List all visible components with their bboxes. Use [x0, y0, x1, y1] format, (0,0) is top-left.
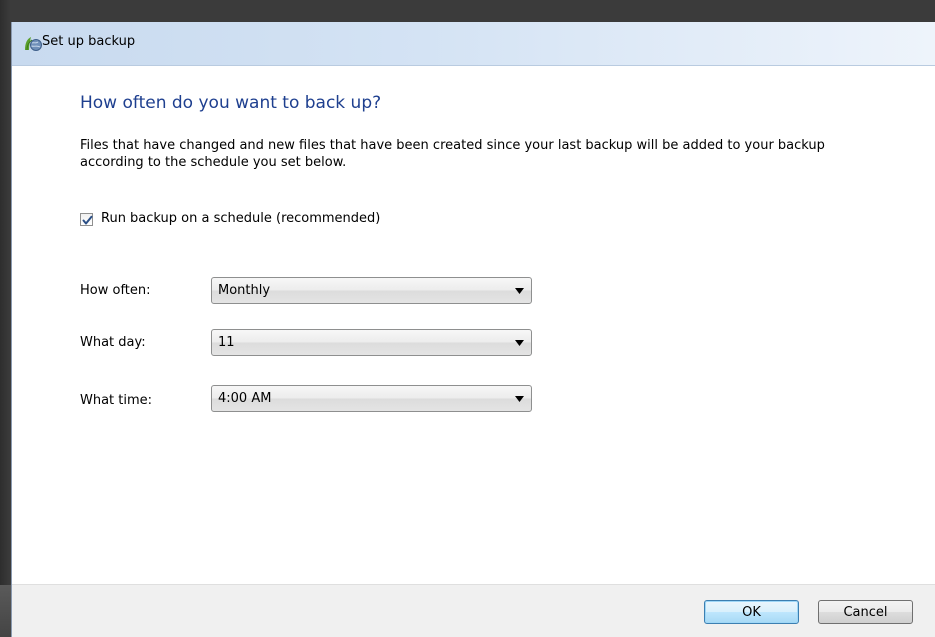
window-title: Set up backup	[42, 34, 136, 49]
button-footer: OK Cancel	[12, 584, 935, 637]
checkmark-icon	[82, 215, 93, 224]
what-day-label: What day:	[80, 335, 146, 350]
title-bar[interactable]: Set up backup	[12, 22, 935, 66]
description-text: Files that have changed and new files th…	[80, 138, 825, 170]
cancel-button[interactable]: Cancel	[818, 600, 913, 624]
what-day-value: 11	[218, 335, 235, 350]
what-time-value: 4:00 AM	[218, 391, 272, 406]
how-often-label: How often:	[80, 283, 151, 298]
page-heading: How often do you want to back up?	[80, 93, 382, 113]
what-time-label: What time:	[80, 393, 153, 408]
how-often-dropdown[interactable]: Monthly	[211, 277, 532, 304]
backup-icon	[22, 34, 44, 54]
how-often-value: Monthly	[218, 283, 271, 298]
chevron-down-icon	[515, 340, 524, 346]
schedule-checkbox[interactable]	[80, 212, 93, 226]
chevron-down-icon	[515, 396, 524, 402]
content-area: How often do you want to back up? Files …	[12, 66, 935, 584]
what-time-dropdown[interactable]: 4:00 AM	[211, 385, 532, 412]
set-up-backup-window: Set up backup How often do you want to b…	[11, 22, 935, 637]
ok-button[interactable]: OK	[704, 600, 799, 624]
chevron-down-icon	[515, 288, 524, 294]
what-day-dropdown[interactable]: 11	[211, 329, 532, 356]
schedule-checkbox-label: Run backup on a schedule (recommended)	[101, 211, 381, 226]
schedule-checkbox-row[interactable]: Run backup on a schedule (recommended)	[80, 210, 380, 228]
